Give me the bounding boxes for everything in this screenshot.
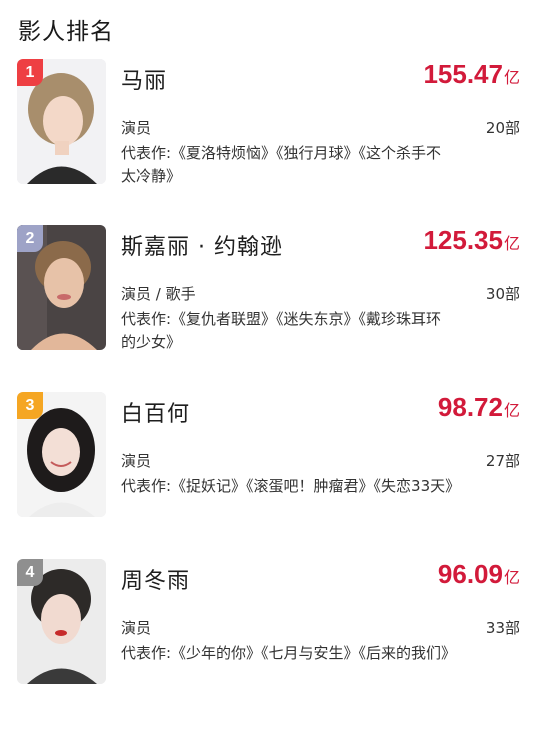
box-office: 155.47亿 [423, 59, 520, 90]
ranking-card-1[interactable]: 1 马丽 155.47亿 演员 20部 代表作:《夏洛特烦恼》《独行月球》《这个… [0, 59, 544, 229]
box-office-value: 125.35 [423, 225, 503, 255]
actor-name[interactable]: 马丽 [121, 63, 167, 95]
ranking-card-4[interactable]: 4 周冬雨 96.09亿 演员 33部 代表作:《少年的你》《七月与安生》《后来… [0, 559, 544, 729]
representative-works: 代表作:《夏洛特烦恼》《独行月球》《这个杀手不太冷静》 [121, 144, 442, 185]
box-office-value: 155.47 [423, 59, 503, 89]
box-office-unit: 亿 [503, 401, 520, 420]
actor-ranking-page: 影人排名 1 马丽 155.47亿 演员 20部 代表作:《夏洛特烦恼》《独行月… [0, 0, 544, 708]
box-office: 125.35亿 [423, 225, 520, 256]
representative-works: 代表作:《少年的你》《七月与安生》《后来的我们》 [121, 644, 457, 662]
works-count: 20部 [485, 119, 520, 137]
works-count: 33部 [485, 619, 520, 637]
representative-works: 代表作:《复仇者联盟》《迷失东京》《戴珍珠耳环的少女》 [121, 310, 442, 351]
box-office: 98.72亿 [438, 392, 520, 423]
box-office-value: 96.09 [437, 559, 503, 589]
box-office-value: 98.72 [437, 392, 503, 422]
actor-role: 演员 [121, 452, 152, 470]
box-office-unit: 亿 [503, 68, 520, 87]
page-title: 影人排名 [18, 19, 114, 45]
actor-role: 演员 [121, 119, 152, 137]
actor-role: 演员 / 歌手 [121, 285, 196, 303]
actor-role: 演员 [121, 619, 152, 637]
actor-name[interactable]: 白百何 [121, 396, 190, 428]
actor-name[interactable]: 周冬雨 [121, 563, 190, 595]
actor-name[interactable]: 斯嘉丽 · 约翰逊 [121, 229, 283, 261]
works-count: 27部 [485, 452, 520, 470]
box-office-unit: 亿 [503, 234, 520, 253]
rank-badge: 1 [17, 59, 43, 86]
ranking-card-2[interactable]: 2 斯嘉丽 · 约翰逊 125.35亿 演员 / 歌手 30部 代表作:《复仇者… [0, 225, 544, 395]
box-office-unit: 亿 [503, 568, 520, 587]
rank-badge: 2 [17, 225, 43, 252]
works-count: 30部 [485, 285, 520, 303]
representative-works: 代表作:《捉妖记》《滚蛋吧！肿瘤君》《失恋33天》 [121, 477, 461, 495]
rank-badge: 3 [17, 392, 43, 419]
rank-badge: 4 [17, 559, 43, 586]
ranking-card-3[interactable]: 3 白百何 98.72亿 演员 27部 代表作:《捉妖记》《滚蛋吧！肿瘤君》《失… [0, 392, 544, 562]
box-office: 96.09亿 [438, 559, 520, 590]
